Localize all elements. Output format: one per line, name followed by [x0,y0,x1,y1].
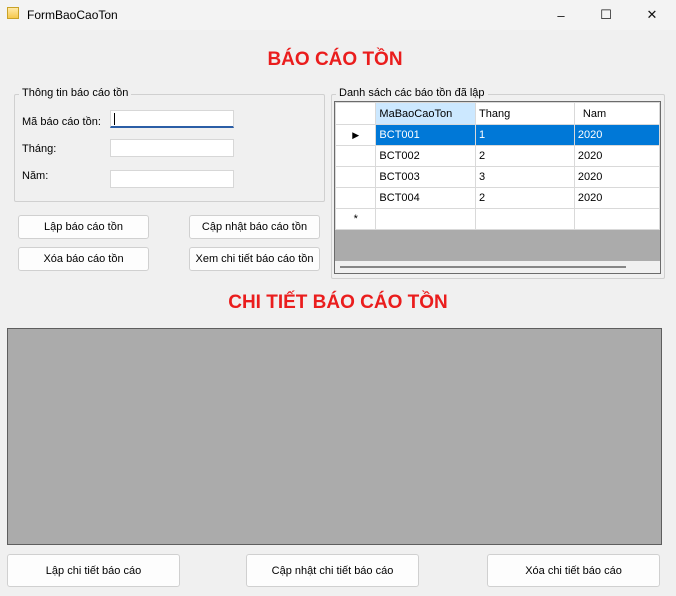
update-report-button[interactable]: Cập nhật báo cáo tồn [189,215,320,239]
new-row[interactable]: * [335,208,660,230]
month-label: Tháng: [22,143,57,155]
table-row[interactable]: BCT003 3 2020 [335,166,660,188]
maximize-button[interactable]: ☐ [586,0,626,30]
minimize-button[interactable]: – [541,0,581,30]
cell-thang[interactable]: 3 [475,166,575,188]
new-row-cell[interactable] [475,208,575,230]
row-header-cell[interactable] [335,187,377,209]
scrollbar-thumb[interactable] [340,266,626,268]
report-list-grid[interactable]: MaBaoCaoTon Thang Nam ▶ BCT001 1 2020 BC… [334,101,661,274]
cell-mabaocaoton[interactable]: BCT003 [375,166,477,188]
add-detail-button[interactable]: Lập chi tiết báo cáo [7,554,180,587]
report-id-input[interactable] [110,110,234,128]
year-label: Năm: [22,170,49,182]
delete-detail-button[interactable]: Xóa chi tiết báo cáo [487,554,660,587]
cell-thang[interactable]: 2 [475,145,575,167]
window-title: FormBaoCaoTon [27,8,118,22]
cell-mabaocaoton[interactable]: BCT001 [375,124,477,146]
cell-thang[interactable]: 1 [475,124,575,146]
cell-nam[interactable]: 2020 [573,166,660,188]
new-row-marker-icon: * [335,208,377,230]
update-detail-button[interactable]: Cập nhật chi tiết báo cáo [246,554,419,587]
add-report-button[interactable]: Lập báo cáo tồn [18,215,149,239]
horizontal-scrollbar[interactable] [335,261,660,273]
view-report-detail-button[interactable]: Xem chi tiết báo cáo tồn [189,247,320,271]
current-row-indicator-icon: ▶ [335,124,377,146]
cell-mabaocaoton[interactable]: BCT002 [375,145,477,167]
table-row[interactable]: ▶ BCT001 1 2020 [335,124,660,146]
report-list-group-label: Danh sách các báo tồn đã lập [336,87,488,99]
report-info-group-label: Thông tin báo cáo tồn [19,87,132,99]
report-id-label: Mã báo cáo tồn: [22,116,101,128]
row-header-cell[interactable] [335,166,377,188]
cell-nam[interactable]: 2020 [573,145,660,167]
year-input[interactable] [110,170,234,188]
cell-nam[interactable]: 2020 [573,124,660,146]
report-detail-grid[interactable] [7,328,662,545]
app-icon [7,7,19,19]
new-row-cell[interactable] [375,208,477,230]
detail-section-title: CHI TIẾT BÁO CÁO TỒN [228,292,448,313]
column-header-thang[interactable]: Thang [475,102,575,125]
delete-report-button[interactable]: Xóa báo cáo tồn [18,247,149,271]
text-caret [114,113,115,125]
table-row[interactable]: BCT002 2 2020 [335,145,660,167]
row-header-cell[interactable] [335,145,377,167]
column-header-mabaocaoton[interactable]: MaBaoCaoTon [375,102,477,125]
cell-mabaocaoton[interactable]: BCT004 [375,187,477,209]
close-button[interactable]: ✕ [632,0,672,30]
cell-nam[interactable]: 2020 [573,187,660,209]
month-input[interactable] [110,139,234,157]
grid-corner-cell [335,102,377,125]
window-titlebar: FormBaoCaoTon – ☐ ✕ [0,0,676,30]
page-title: BÁO CÁO TỒN [267,49,403,70]
cell-thang[interactable]: 2 [475,187,575,209]
table-row[interactable]: BCT004 2 2020 [335,187,660,209]
column-header-nam[interactable]: Nam [573,102,660,125]
new-row-cell[interactable] [573,208,660,230]
